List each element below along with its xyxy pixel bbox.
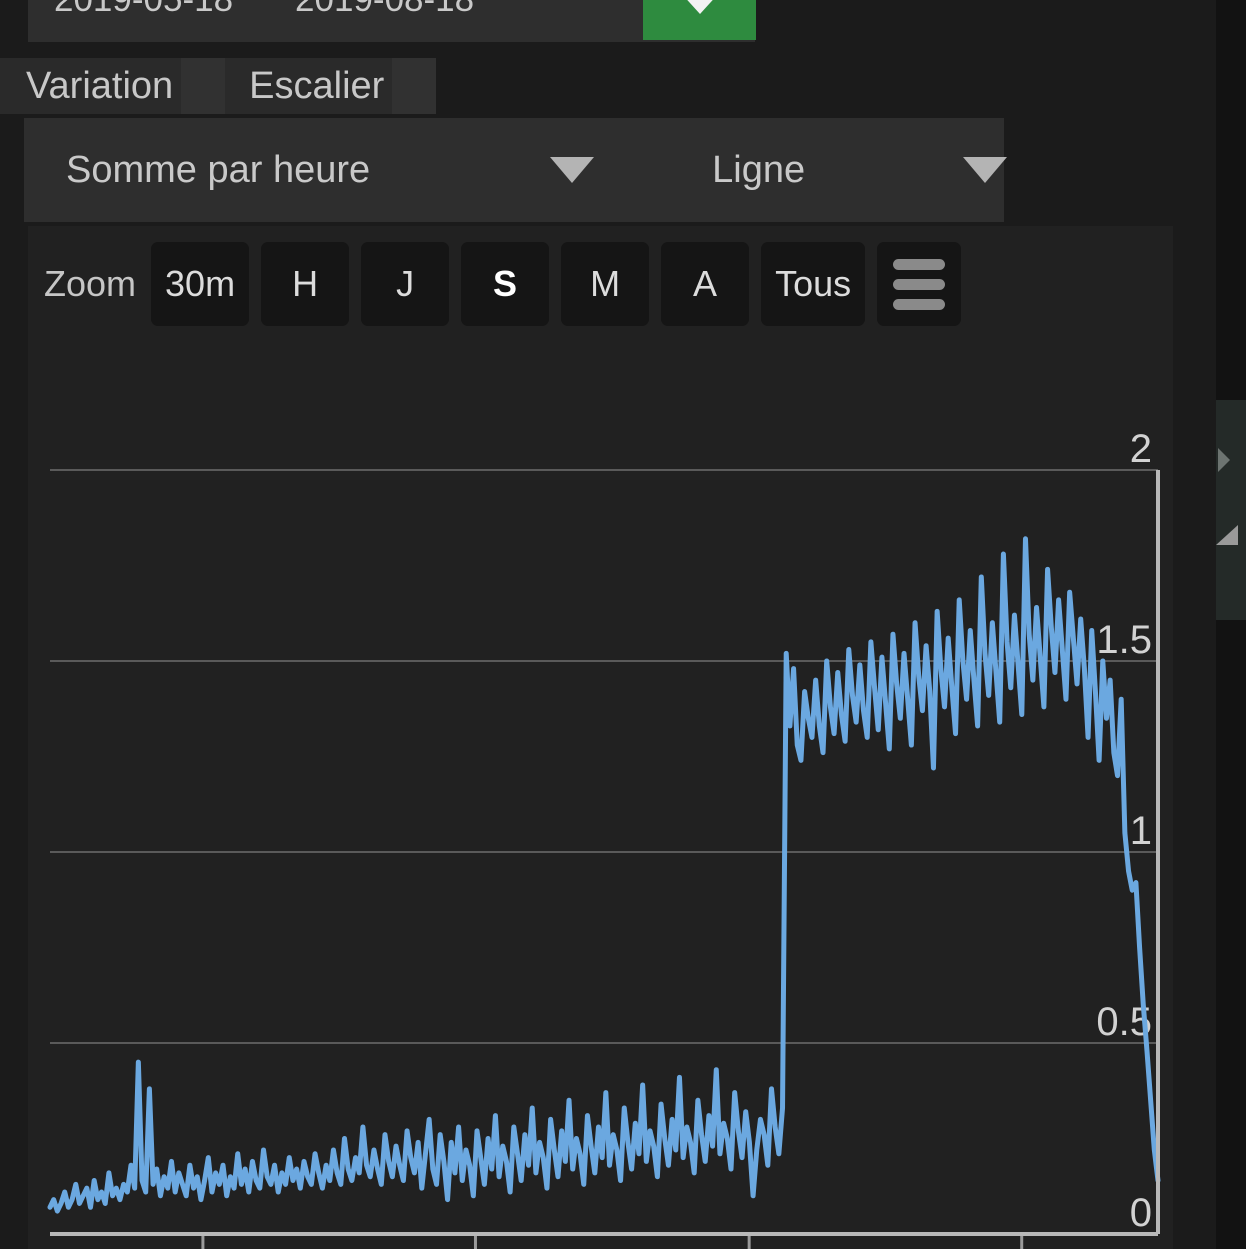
chart-options-row: Variation Escalier: [0, 58, 437, 114]
triangle-down-icon: [550, 157, 595, 183]
checkbox-escalier[interactable]: Escalier: [225, 58, 437, 114]
checkbox-escalier-label: Escalier: [225, 58, 393, 114]
chart-y-tick-label: 1: [1130, 809, 1152, 853]
zoom-toolbar-label: Zoom: [44, 263, 137, 304]
triangle-icon: [1216, 525, 1238, 545]
chevron-down-icon: [679, 0, 720, 14]
chart-card: Zoom 30m H J S M A Tous 00.511.52 12. Ao…: [28, 226, 1173, 1249]
chart-type-dropdown-value: Ligne: [712, 148, 806, 191]
triangle-down-icon: [963, 157, 1008, 183]
end-date-input[interactable]: 2019-08-18: [233, 0, 474, 42]
zoom-range-day[interactable]: J: [361, 242, 450, 326]
zoom-range-hour[interactable]: H: [261, 242, 350, 326]
hamburger-menu-icon[interactable]: [877, 242, 962, 326]
chart-config-panel: Somme par heure Ligne: [24, 118, 1008, 222]
zoom-range-week[interactable]: S: [461, 242, 550, 326]
chart-gridlines: [50, 469, 1158, 1044]
chart-series-line: [47, 536, 1161, 1214]
chart-plot-area[interactable]: 00.511.52 12. Août14. Août16. Août18. Ao…: [28, 330, 1173, 1249]
chart-y-tick-label: 2: [1130, 427, 1152, 471]
chart-type-dropdown[interactable]: Ligne: [594, 118, 1008, 222]
zoom-range-year[interactable]: A: [661, 242, 750, 326]
collapsed-panel-handle[interactable]: [1216, 400, 1246, 620]
zoom-toolbar: Zoom 30m H J S M A Tous: [44, 242, 962, 326]
line-chart-svg: 00.511.52 12. Août14. Août16. Août18. Ao…: [47, 427, 1161, 1249]
checkbox-variation-box[interactable]: [181, 58, 226, 114]
chart-y-tick-label: 0: [1130, 1191, 1152, 1235]
checkbox-variation[interactable]: Variation: [0, 58, 226, 114]
hamburger-bar: [893, 258, 946, 270]
chart-y-tick-label: 1.5: [1096, 618, 1152, 662]
aggregation-dropdown[interactable]: Somme par heure: [24, 118, 595, 222]
checkbox-escalier-box[interactable]: [392, 58, 437, 114]
apply-date-range-button[interactable]: [643, 0, 756, 40]
checkbox-variation-label: Variation: [0, 58, 182, 114]
hamburger-bar: [893, 298, 946, 310]
right-edge-background: [1216, 0, 1246, 1249]
zoom-range-all[interactable]: Tous: [761, 242, 866, 326]
aggregation-dropdown-value: Somme par heure: [66, 148, 371, 191]
zoom-range-30m[interactable]: 30m: [151, 242, 250, 326]
start-date-input[interactable]: 2019-05-18: [28, 0, 233, 42]
arrow-right-icon: [1218, 448, 1230, 472]
chart-x-axis-labels: 12. Août14. Août16. Août18. Août: [201, 1234, 1024, 1249]
hamburger-bar: [893, 278, 946, 290]
zoom-range-month[interactable]: M: [561, 242, 650, 326]
